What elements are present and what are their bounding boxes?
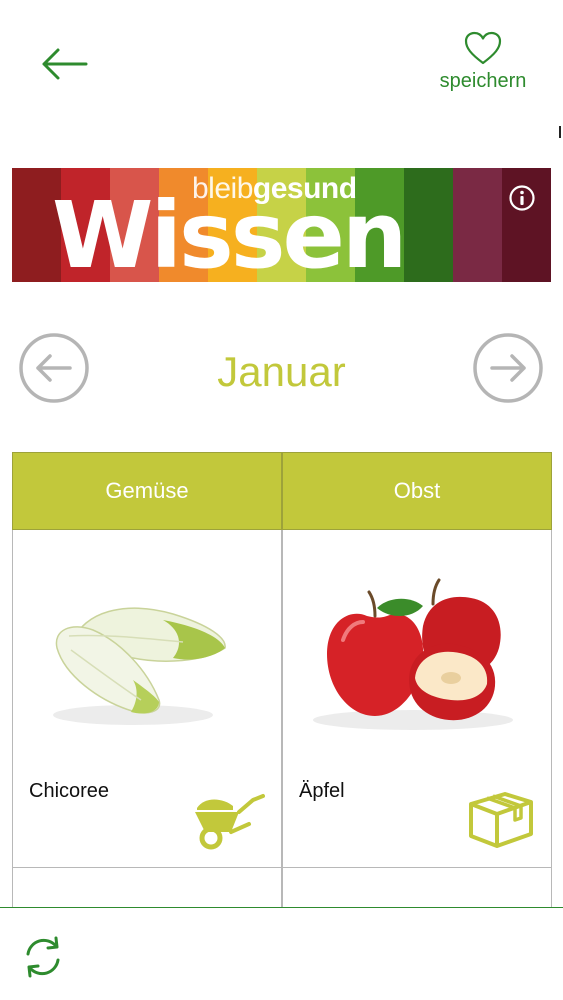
banner-stripe [404,168,453,282]
save-label: speichern [439,70,527,92]
chicory-image [53,607,226,725]
wheelbarrow-icon [195,794,265,850]
seasonal-grid: Gemüse Obst Chicoree Äpfel [12,452,552,910]
produce-name: Äpfel [299,780,345,802]
arrow-left-icon [42,48,88,80]
produce-card-partial[interactable] [282,868,552,910]
refresh-button[interactable] [20,934,66,980]
header: speichern [0,0,563,138]
tab-vegetables[interactable]: Gemüse [12,452,282,530]
refresh-icon [26,936,60,978]
info-button[interactable] [508,184,536,212]
back-button[interactable] [36,40,92,88]
tab-fruit[interactable]: Obst [282,452,552,530]
produce-card-apples[interactable]: Äpfel [282,530,552,868]
bottom-bar [0,907,563,1000]
produce-card-partial[interactable] [12,868,282,910]
produce-card-chicory[interactable]: Chicoree [12,530,282,868]
circle-arrow-right-icon [473,333,543,403]
save-button[interactable]: speichern [428,30,538,102]
next-month-button[interactable] [472,332,544,404]
apples-image [313,578,513,730]
produce-name: Chicoree [29,780,110,802]
storage-box-icon [469,792,533,848]
heart-outline-icon [464,31,502,65]
edge-marker [559,126,561,138]
banner: bleibgesund Wissen [12,168,551,282]
info-icon [509,185,535,211]
banner-title: Wissen [52,182,407,282]
month-navigation: Januar [0,330,563,410]
banner-stripe [453,168,502,282]
